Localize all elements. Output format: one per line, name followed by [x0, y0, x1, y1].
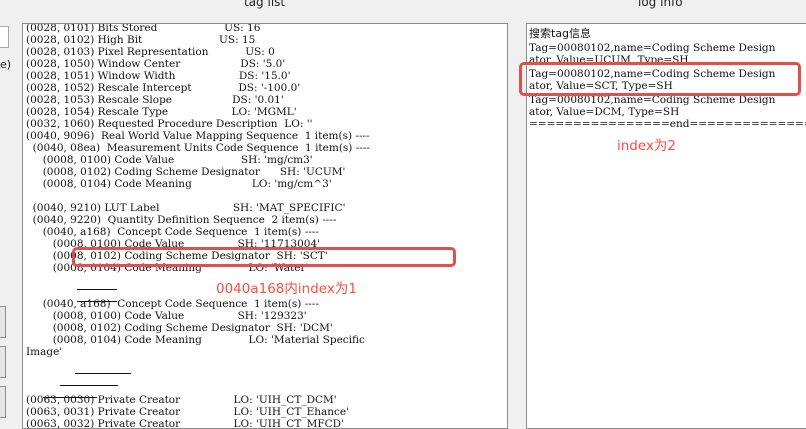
tag-list-annotation: 0040a168内index为1 [216, 281, 357, 297]
tag-list-line: (0040, a168) Concept Code Sequence 1 ite… [26, 298, 319, 310]
log-info-line: ================end================ [529, 118, 806, 130]
tag-list-line: (0028, 1054) Rescale Type LO: 'MGML' [26, 106, 297, 118]
left-list-stub[interactable] [0, 26, 9, 48]
tag-list-line: (0028, 1052) Rescale Intercept DS: '-100… [26, 82, 301, 94]
sct-row-highlight [72, 247, 456, 267]
tag-list-line: (0008, 0102) Coding Scheme Designator SH… [26, 166, 346, 178]
tag-list-line: (0008, 0102) Coding Scheme Designator SH… [26, 322, 333, 334]
tag-list-line: (0028, 0101) Bits Stored US: 16 [26, 23, 261, 34]
left-button-1[interactable] [0, 306, 6, 338]
tag-list-line: (0028, 0102) High Bit US: 15 [26, 34, 256, 46]
tag-list-line: (0028, 0103) Pixel Representation US: 0 [26, 46, 275, 58]
left-button-3[interactable] [0, 386, 6, 418]
tag-list-line: (0040, 9096) Real World Value Mapping Se… [26, 130, 370, 142]
tag-list-line: (0008, 0100) Code Value SH: '129323' [26, 310, 307, 322]
tag-list-line: (0063, 0032) Private Creator LO: 'UIH_CT… [26, 418, 344, 429]
left-button-2[interactable] [0, 346, 6, 378]
tag-list-line: (0040, a168) Concept Code Sequence 1 ite… [26, 226, 319, 238]
tag-list-line: (0063, 0031) Private Creator LO: 'UIH_CT… [26, 406, 350, 418]
tag-list-line: Image' [26, 346, 63, 358]
tag-list-panel[interactable]: (0028, 0101) Bits Stored US: 16 (0028, 01… [22, 23, 508, 429]
tag-list-title: tag list [244, 0, 286, 9]
log-info-title: log info [638, 0, 683, 9]
tag-list-line: (0008, 0104) Code Meaning LO: 'mg/cm^3' [26, 178, 332, 190]
log-info-line: 搜索tag信息 [529, 27, 592, 40]
sequence-end-rule [77, 289, 117, 290]
tag-list-line: (0063, 0030) Private Creator LO: 'UIH_CT… [26, 394, 337, 406]
sequence-end-rule [60, 385, 118, 386]
tag-list-line: (0008, 0104) Code Meaning LO: 'Material … [26, 334, 365, 346]
tag-list-line: (0040, 08ea) Measurement Units Code Sequ… [26, 142, 370, 154]
left-label-stub: e) [0, 58, 12, 71]
tag-list-line: (0008, 0100) Code Value SH: 'mg/cm3' [26, 154, 313, 166]
log-info-line: Tag=00080102,name=Coding Scheme Design [529, 42, 776, 54]
tag-list-line: (0040, 9210) LUT Label SH: 'MAT_SPECIFIC… [26, 202, 346, 214]
tag-list-line: (0040, 9220) Quantity Definition Sequenc… [26, 214, 337, 226]
tag-list-line: (0032, 1060) Requested Procedure Descrip… [26, 118, 313, 130]
log-info-line: ator, Value=DCM, Type=SH [529, 106, 680, 118]
log-info-annotation: index为2 [617, 138, 677, 154]
tag-list-line: (0028, 1050) Window Center DS: '5.0' [26, 58, 286, 70]
sequence-end-rule [77, 301, 117, 302]
sequence-end-rule [43, 397, 97, 398]
tag-list-line: (0028, 1053) Rescale Slope DS: '0.01' [26, 94, 284, 106]
sct-log-highlight [519, 62, 801, 96]
sequence-end-rule [75, 373, 131, 374]
tag-list-line: (0028, 1051) Window Width DS: '15.0' [26, 70, 291, 82]
